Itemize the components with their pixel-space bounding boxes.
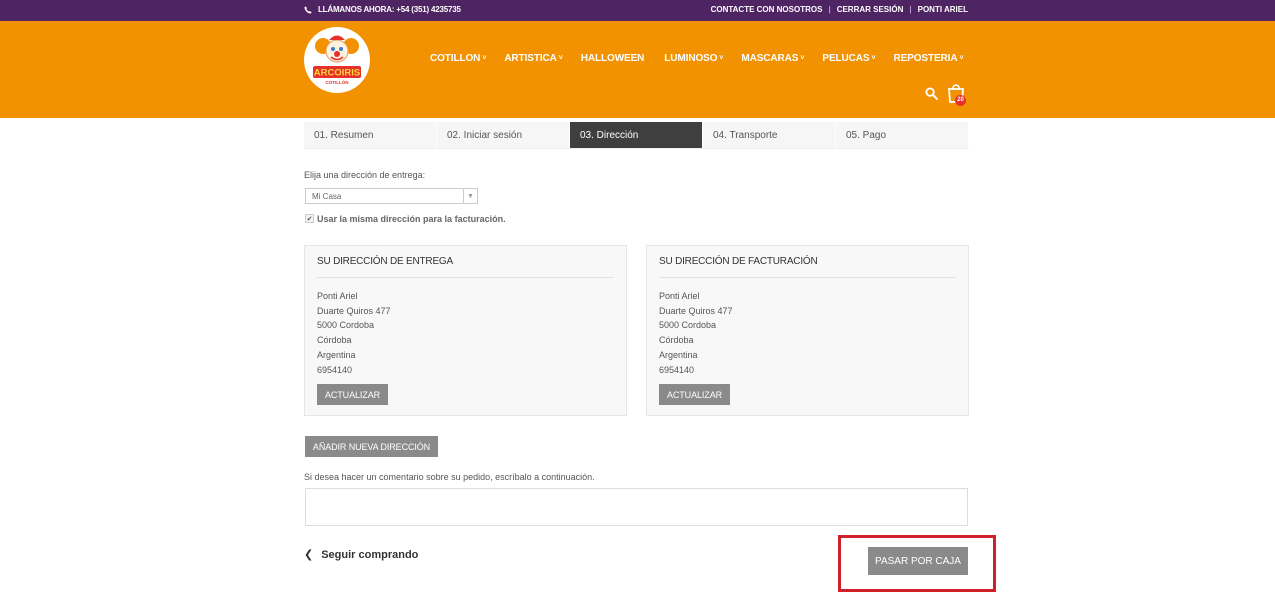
checkout-button[interactable]: PASAR POR CAJA bbox=[868, 547, 968, 575]
comment-textarea[interactable] bbox=[305, 488, 968, 526]
account-link[interactable]: PONTI ARIEL bbox=[918, 5, 968, 14]
checkmark-icon: ✔ bbox=[306, 215, 313, 223]
address-line: Argentina bbox=[659, 349, 698, 360]
billing-address-lines: Ponti Ariel Duarte Quiros 477 5000 Cordo… bbox=[659, 289, 733, 377]
nav-item-luminoso[interactable]: LUMINOSO ˅ bbox=[664, 53, 723, 64]
chevron-down-icon: ˅ bbox=[871, 55, 876, 62]
top-links: CONTACTE CON NOSOTROS | CERRAR SESIÓN | … bbox=[711, 5, 968, 14]
nav-item-reposteria[interactable]: REPOSTERIA ˅ bbox=[893, 53, 963, 64]
phone-text: LLÁMANOS AHORA: +54 (351) 4235735 bbox=[318, 5, 461, 14]
step-login[interactable]: 02. Iniciar sesión bbox=[437, 122, 570, 148]
chevron-down-icon: ˅ bbox=[482, 55, 487, 62]
billing-address-title: SU DIRECCIÓN DE FACTURACIÓN bbox=[659, 256, 818, 267]
chevron-down-icon: ▼ bbox=[463, 189, 477, 203]
same-billing-checkbox[interactable]: ✔ bbox=[305, 214, 314, 223]
divider bbox=[317, 277, 614, 278]
nav-item-pelucas[interactable]: PELUCAS ˅ bbox=[822, 53, 875, 64]
choose-address-label: Elija una dirección de entrega: bbox=[304, 170, 426, 180]
address-line: 5000 Cordoba bbox=[659, 320, 717, 331]
logo-subtext: COTILLÓN bbox=[326, 78, 349, 85]
search-icon[interactable] bbox=[925, 87, 938, 100]
contact-link[interactable]: CONTACTE CON NOSOTROS bbox=[711, 5, 823, 14]
address-line: Duarte Quiros 477 bbox=[317, 305, 391, 316]
checkout-steps: 01. Resumen 02. Iniciar sesión 03. Direc… bbox=[304, 122, 969, 149]
address-line: Ponti Ariel bbox=[659, 291, 700, 301]
update-delivery-button[interactable]: ACTUALIZAR bbox=[317, 384, 388, 405]
phone-icon bbox=[304, 5, 312, 14]
chevron-left-icon: ❮ bbox=[304, 549, 314, 561]
address-select[interactable]: Mi Casa ▼ bbox=[305, 188, 478, 204]
top-bar: LLÁMANOS AHORA: +54 (351) 4235735 CONTAC… bbox=[0, 0, 1275, 21]
step-address[interactable]: 03. Dirección bbox=[570, 122, 703, 148]
address-line: Ponti Ariel bbox=[317, 291, 358, 301]
comment-label: Si desea hacer un comentario sobre su pe… bbox=[304, 472, 595, 482]
same-billing-label: Usar la misma dirección para la facturac… bbox=[317, 214, 506, 224]
chevron-down-icon: ˅ bbox=[719, 55, 724, 62]
chevron-down-icon: ˅ bbox=[959, 55, 964, 62]
step-payment: 05. Pago bbox=[836, 122, 969, 148]
add-new-address-button[interactable]: AÑADIR NUEVA DIRECCIÓN bbox=[305, 436, 438, 457]
address-line: 5000 Cordoba bbox=[317, 320, 375, 331]
delivery-address-box: SU DIRECCIÓN DE ENTREGA Ponti Ariel Duar… bbox=[304, 245, 627, 416]
delivery-address-lines: Ponti Ariel Duarte Quiros 477 5000 Cordo… bbox=[317, 289, 391, 377]
billing-address-box: SU DIRECCIÓN DE FACTURACIÓN Ponti Ariel … bbox=[646, 245, 969, 416]
update-billing-button[interactable]: ACTUALIZAR bbox=[659, 384, 730, 405]
chevron-down-icon: ˅ bbox=[800, 55, 805, 62]
address-select-value: Mi Casa bbox=[312, 192, 342, 201]
address-line: Córdoba bbox=[659, 335, 694, 346]
nav-item-cotillon[interactable]: COTILLON ˅ bbox=[430, 53, 486, 64]
address-line: 6954140 bbox=[317, 364, 353, 375]
site-header: ARCOIRIS COTILLÓN COTILLON ˅ ARTISTICA ˅ H… bbox=[0, 21, 1275, 118]
divider: | bbox=[909, 5, 912, 14]
delivery-address-title: SU DIRECCIÓN DE ENTREGA bbox=[317, 256, 453, 267]
nav-item-halloween[interactable]: HALLOWEEN bbox=[581, 53, 647, 64]
divider bbox=[659, 277, 956, 278]
logout-link[interactable]: CERRAR SESIÓN bbox=[837, 5, 904, 14]
cart-count-badge: 20 bbox=[955, 95, 966, 106]
address-line: Argentina bbox=[317, 349, 356, 360]
continue-shopping-link[interactable]: ❮ Seguir comprando bbox=[304, 548, 419, 562]
step-shipping: 04. Transporte bbox=[703, 122, 836, 148]
logo-text: ARCOIRIS bbox=[314, 68, 360, 79]
continue-shopping-label: Seguir comprando bbox=[321, 548, 419, 561]
clown-logo-icon: ARCOIRIS COTILLÓN bbox=[305, 28, 369, 92]
chevron-down-icon: ˅ bbox=[558, 55, 563, 62]
store-logo[interactable]: ARCOIRIS COTILLÓN bbox=[304, 27, 370, 93]
step-summary[interactable]: 01. Resumen bbox=[304, 122, 437, 148]
nav-item-mascaras[interactable]: MASCARAS ˅ bbox=[741, 53, 804, 64]
address-line: Córdoba bbox=[317, 335, 352, 346]
nav-item-artistica[interactable]: ARTISTICA ˅ bbox=[504, 53, 563, 64]
address-line: 6954140 bbox=[659, 364, 695, 375]
main-nav: COTILLON ˅ ARTISTICA ˅ HALLOWEEN LUMINOSO ˅… bbox=[430, 53, 981, 64]
address-line: Duarte Quiros 477 bbox=[659, 305, 733, 316]
phone-info: LLÁMANOS AHORA: +54 (351) 4235735 bbox=[304, 5, 461, 14]
divider: | bbox=[828, 5, 831, 14]
